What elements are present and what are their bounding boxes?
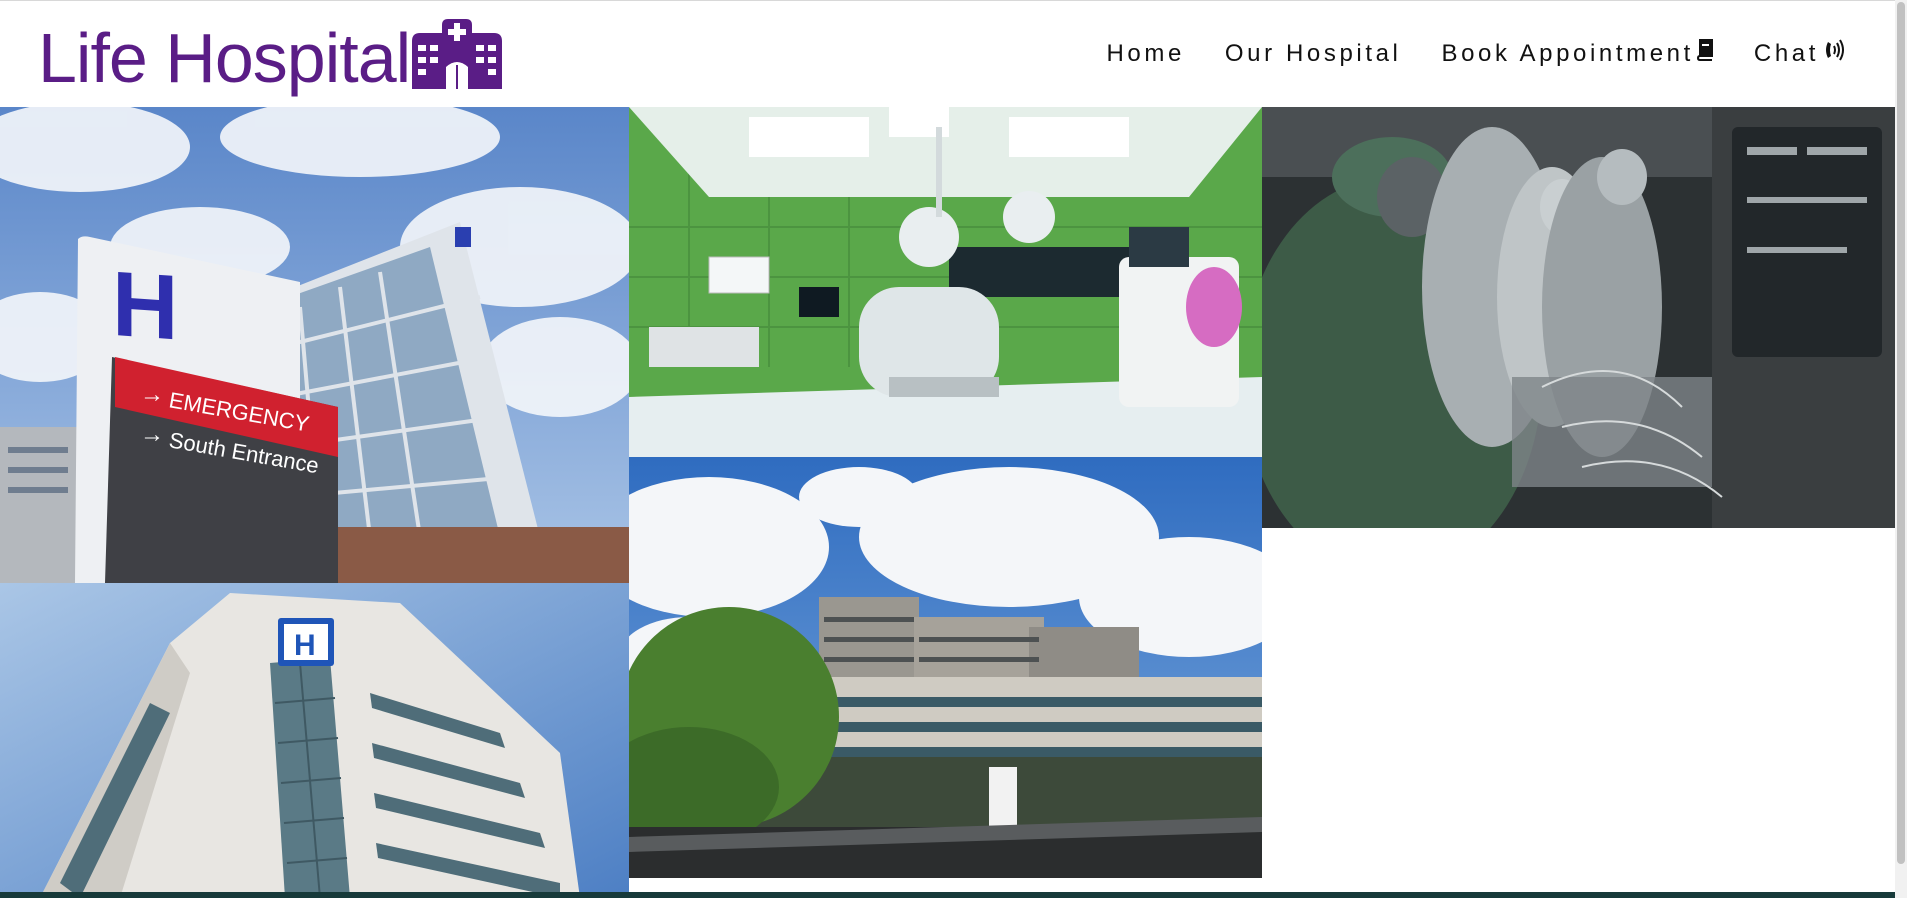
hospital-building-icon — [412, 19, 503, 89]
svg-text:H: H — [112, 252, 178, 360]
svg-text:→: → — [140, 381, 164, 408]
nav-home-link[interactable]: Home — [1106, 39, 1184, 68]
brand-name: Life Hospital — [38, 19, 411, 97]
nav-chat-label: Chat — [1753, 39, 1819, 67]
brand-logo[interactable]: Life Hospital — [38, 15, 503, 97]
surgeons-operation-photo[interactable] — [1262, 107, 1895, 528]
footer-strip — [0, 892, 1895, 898]
svg-text:→: → — [140, 421, 164, 448]
hospital-building-photo[interactable]: H — [0, 583, 629, 898]
scrollbar-thumb[interactable] — [1897, 2, 1905, 864]
svg-text:H: H — [294, 629, 316, 662]
nav-chat-link[interactable]: Chat — [1754, 39, 1845, 68]
nav-book-appointment-label: Book Appointment — [1441, 39, 1694, 67]
operating-room-photo[interactable] — [629, 107, 1262, 457]
nav-home-label: Home — [1106, 39, 1185, 67]
hospital-campus-photo[interactable] — [629, 457, 1262, 878]
book-icon — [1696, 39, 1714, 68]
nav-our-hospital-link[interactable]: Our Hospital — [1225, 39, 1402, 68]
page: Life Hospital Home Our Hospital Book App… — [0, 0, 1907, 898]
main-nav: Home Our Hospital Book Appointment Chat — [1106, 39, 1845, 68]
nav-our-hospital-label: Our Hospital — [1224, 39, 1402, 67]
phone-ringing-icon — [1821, 39, 1845, 68]
hospital-exterior-photo[interactable]: H EMERGENCY South Entrance → → — [0, 107, 629, 583]
nav-book-appointment-link[interactable]: Book Appointment — [1441, 39, 1713, 68]
site-header: Life Hospital Home Our Hospital Book App… — [0, 1, 1895, 107]
